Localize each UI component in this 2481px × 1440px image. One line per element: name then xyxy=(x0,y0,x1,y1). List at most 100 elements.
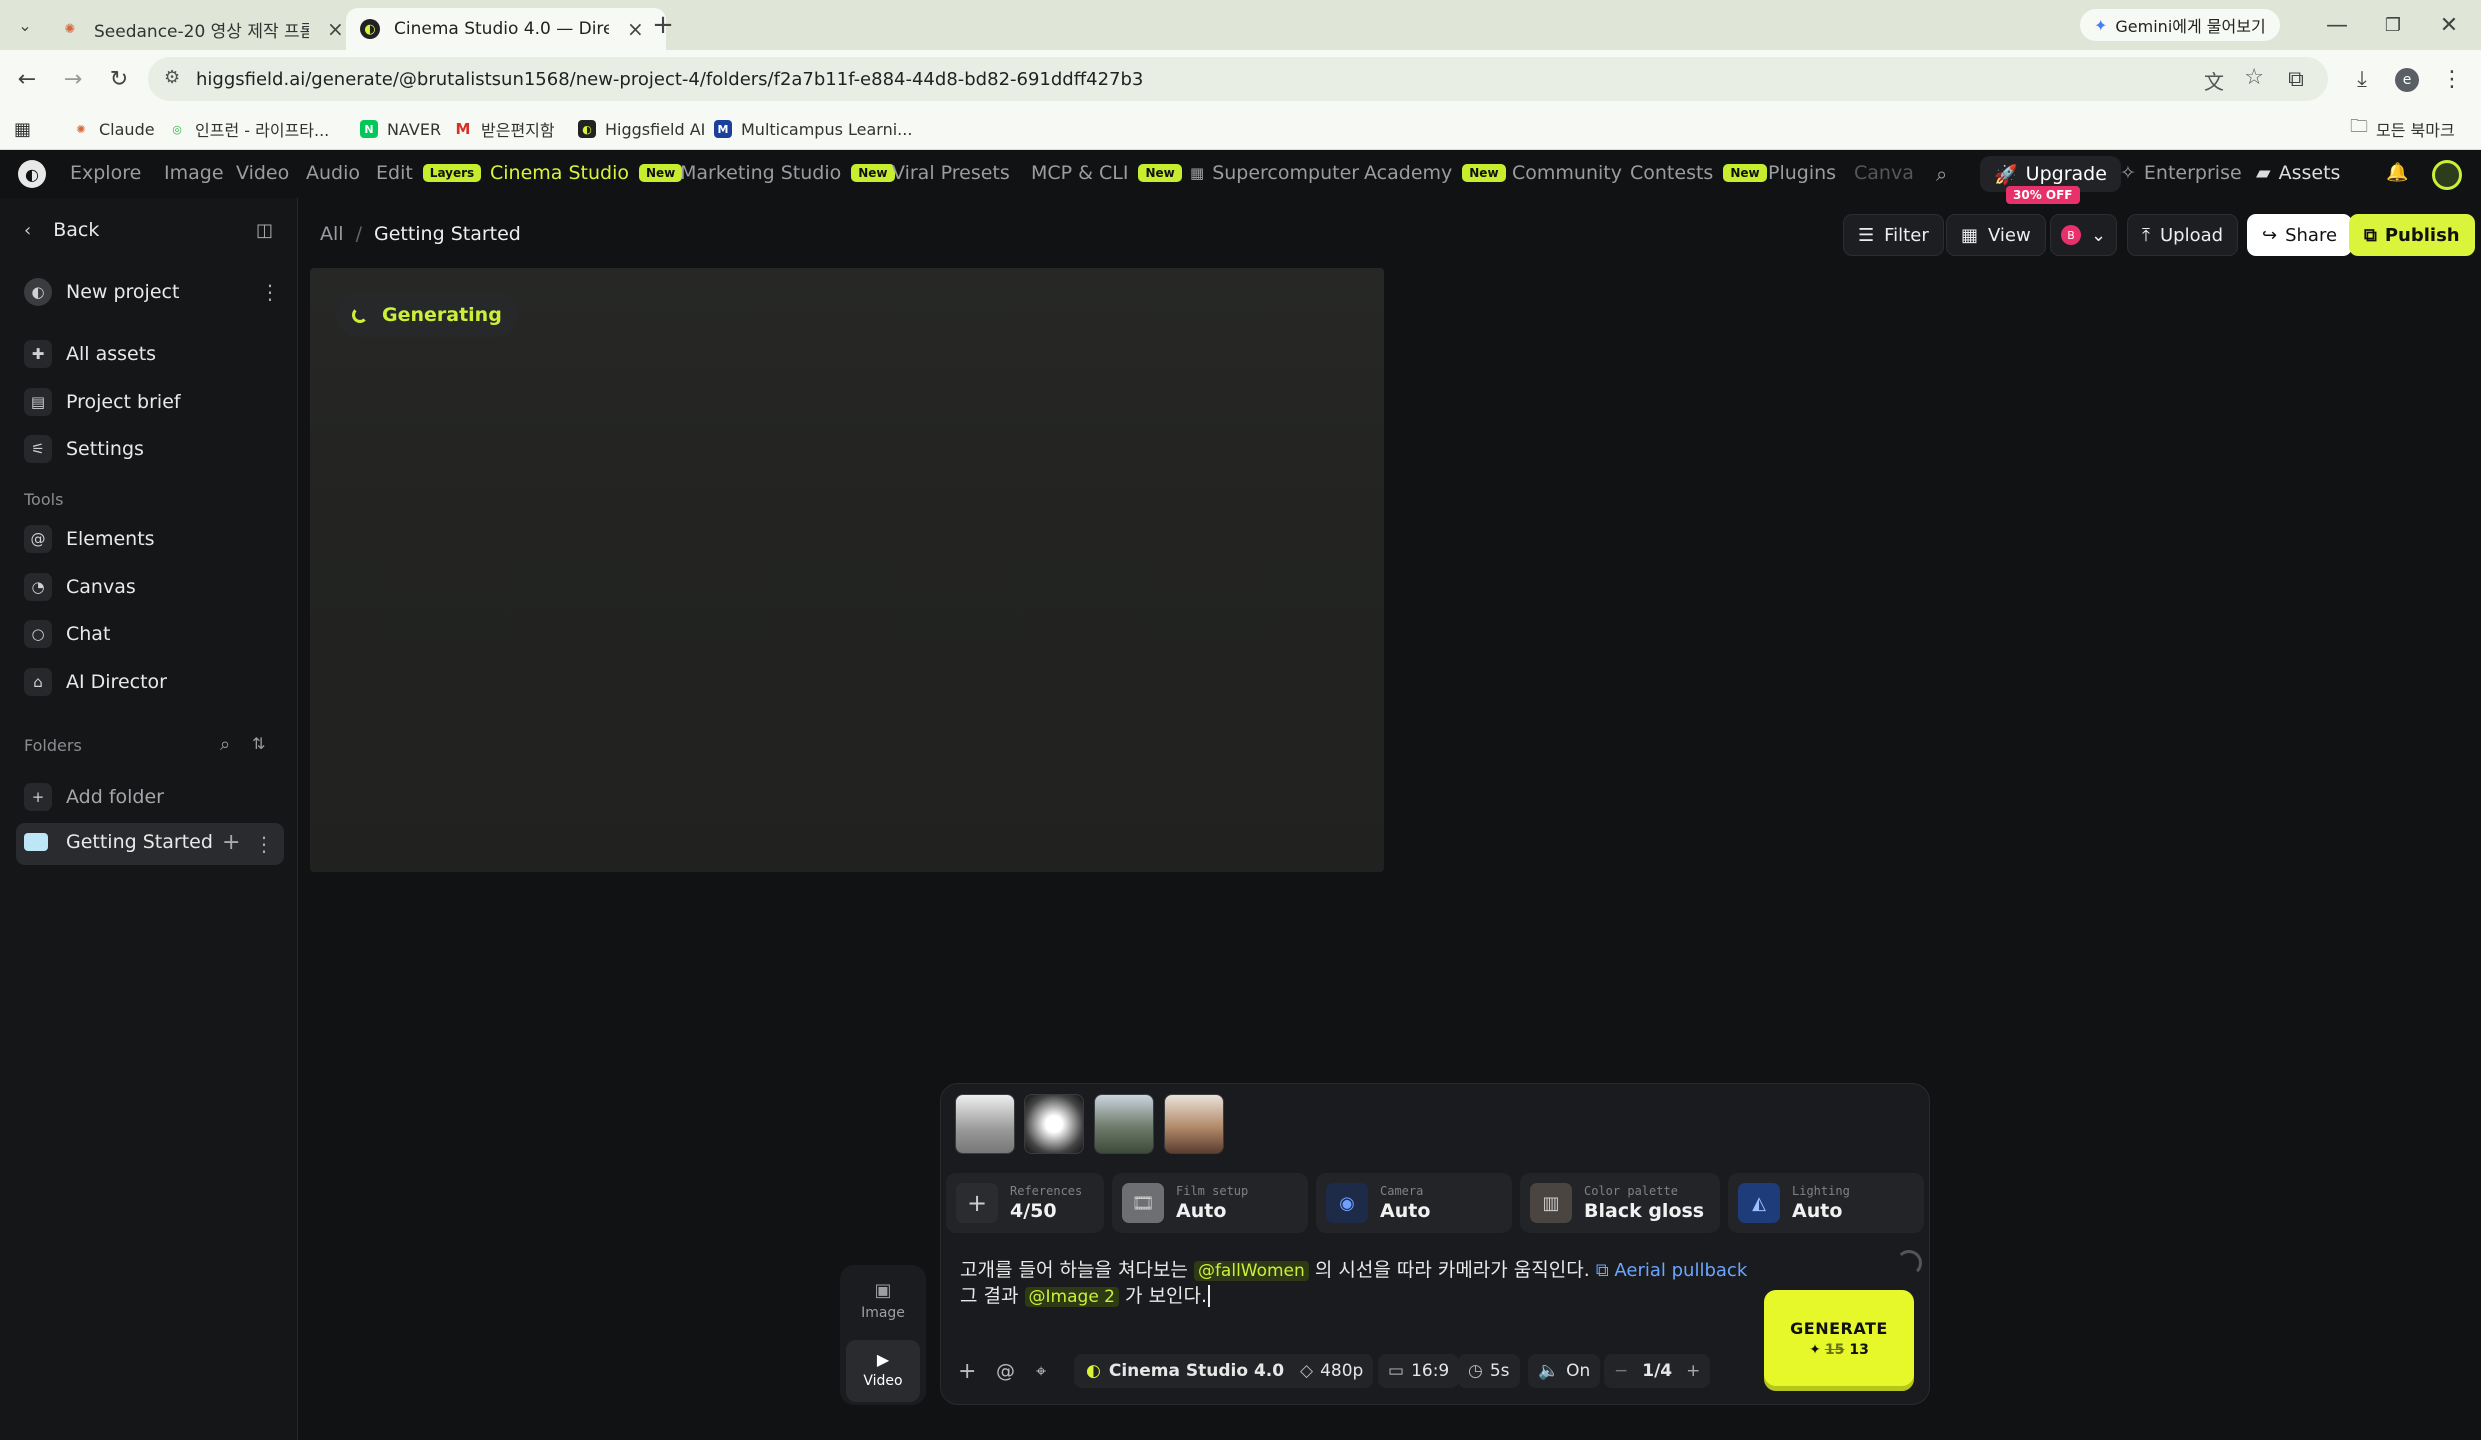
profile-avatar[interactable]: e xyxy=(2395,68,2419,92)
nav-cinema-studio[interactable]: Cinema Studio New xyxy=(490,162,683,184)
back-button[interactable]: ‹ Back xyxy=(24,219,99,241)
user-avatar[interactable] xyxy=(2432,160,2462,190)
add-attachment-icon[interactable]: + xyxy=(958,1354,976,1388)
share-button[interactable]: ↪ Share xyxy=(2247,214,2353,256)
audio-toggle[interactable]: 🔈 On xyxy=(1528,1354,1601,1388)
nav-video[interactable]: Video xyxy=(236,162,289,184)
film-setup-setting[interactable]: 🎞 Film setup Auto xyxy=(1112,1173,1308,1233)
higgsfield-logo-icon[interactable]: ◐ xyxy=(18,160,46,188)
forward-arrow-icon[interactable]: → xyxy=(56,62,90,96)
notification-bell-icon[interactable]: 🔔 xyxy=(2386,162,2408,183)
sidebar-item-elements[interactable]: @ Elements xyxy=(24,525,155,553)
sort-icon[interactable]: ⇅ xyxy=(252,734,265,753)
browser-menu-icon[interactable]: ⋮ xyxy=(2435,62,2469,96)
publish-button[interactable]: ⧉ Publish xyxy=(2349,214,2475,256)
bookmark-inflearn[interactable]: ◎ 인프런 - 라이프타... xyxy=(168,114,329,144)
sidebar-item-ai-director[interactable]: ⌂ AI Director xyxy=(24,668,167,696)
mode-video[interactable]: ▶ Video xyxy=(840,1350,926,1389)
prompt-mention-image[interactable]: @Image 2 xyxy=(1024,1287,1119,1307)
frame-select-icon[interactable]: ⌖ xyxy=(1036,1354,1046,1388)
decrement-icon[interactable]: − xyxy=(1614,1361,1628,1381)
sidebar-item-settings[interactable]: ⚟ Settings xyxy=(24,435,144,463)
nav-assets[interactable]: ▰ Assets xyxy=(2256,162,2340,184)
camera-move-tag[interactable]: ⧉ Aerial pullback xyxy=(1596,1260,1747,1281)
minimize-icon[interactable]: — xyxy=(2320,8,2354,42)
address-bar[interactable]: ⚙ higgsfield.ai/generate/@brutalistsun15… xyxy=(148,57,2328,101)
new-tab-icon[interactable]: + xyxy=(646,8,680,42)
reference-thumbnail-4[interactable] xyxy=(1164,1094,1224,1154)
model-selector[interactable]: ◐Cinema Studio 4.0› xyxy=(1074,1354,1317,1388)
translate-icon[interactable]: 文 xyxy=(2204,66,2224,95)
site-info-icon[interactable]: ⚙ xyxy=(164,67,180,88)
nav-community[interactable]: Community xyxy=(1512,162,1622,184)
bookmark-star-icon[interactable]: ☆ xyxy=(2244,65,2264,90)
tab-search-chevron-icon[interactable]: ⌄ xyxy=(8,8,42,42)
sidebar-item-all-assets[interactable]: ✚ All assets xyxy=(24,340,156,368)
nav-edit[interactable]: Edit Layers xyxy=(376,162,482,184)
nav-image[interactable]: Image xyxy=(164,162,224,184)
nav-canva[interactable]: Canva xyxy=(1854,162,1914,184)
add-folder-button[interactable]: + Add folder xyxy=(24,783,164,811)
browser-tab-cinema-studio[interactable]: ◐ Cinema Studio 4.0 — Direct E × xyxy=(346,8,666,50)
user-switcher[interactable]: B ⌄ xyxy=(2050,214,2118,256)
breadcrumb-root[interactable]: All xyxy=(320,223,344,245)
all-bookmarks[interactable]: 🗀 모든 북마크 xyxy=(2350,114,2455,144)
add-to-folder-icon[interactable]: + xyxy=(222,830,240,855)
downloads-icon[interactable]: ⤓ xyxy=(2345,62,2379,96)
nav-enterprise[interactable]: ✧ Enterprise xyxy=(2120,162,2242,184)
back-arrow-icon[interactable]: ← xyxy=(10,62,44,96)
nav-viral-presets[interactable]: Viral Presets xyxy=(892,162,1010,184)
view-button[interactable]: ▦ View xyxy=(1946,214,2046,256)
prompt-mention-element[interactable]: @fallWomen xyxy=(1193,1261,1309,1281)
reference-thumbnail-1[interactable] xyxy=(955,1094,1015,1154)
folder-menu-icon[interactable]: ⋮ xyxy=(254,832,274,856)
duration-selector[interactable]: ◷ 5s xyxy=(1458,1354,1520,1388)
close-tab-icon[interactable]: × xyxy=(327,17,344,41)
close-window-icon[interactable]: ✕ xyxy=(2432,8,2466,42)
generation-preview[interactable] xyxy=(310,268,1384,872)
upload-button[interactable]: ⤒ Upload xyxy=(2127,214,2239,256)
collapse-sidebar-icon[interactable]: ◫ xyxy=(256,220,273,241)
nav-plugins[interactable]: Plugins xyxy=(1768,162,1836,184)
nav-search-icon[interactable]: ⌕ xyxy=(1936,162,1947,186)
aspect-ratio-selector[interactable]: ▭ 16:9 xyxy=(1378,1354,1460,1388)
apps-grid-icon[interactable]: ▦ xyxy=(14,114,31,144)
bookmark-higgsfield[interactable]: ◐ Higgsfield AI xyxy=(578,114,705,144)
restore-icon[interactable]: ❐ xyxy=(2376,8,2410,42)
bookmark-multicampus[interactable]: M Multicampus Learni... xyxy=(714,114,912,144)
lighting-setting[interactable]: ◭ Lighting Auto xyxy=(1728,1173,1924,1233)
reload-icon[interactable]: ↻ xyxy=(102,62,136,96)
sidebar-item-project-brief[interactable]: ▤ Project brief xyxy=(24,388,181,416)
nav-supercomputer[interactable]: ▦ Supercomputer xyxy=(1190,162,1359,184)
nav-marketing-studio[interactable]: Marketing Studio New xyxy=(680,162,895,184)
project-menu-icon[interactable]: ⋮ xyxy=(260,280,280,304)
extensions-icon[interactable]: ⧉ xyxy=(2279,62,2313,96)
camera-setting[interactable]: ◉ Camera Auto xyxy=(1316,1173,1512,1233)
nav-academy[interactable]: Academy New xyxy=(1364,162,1506,184)
bookmark-claude[interactable]: ✺ Claude xyxy=(72,114,154,144)
mode-image[interactable]: ▣ Image xyxy=(840,1280,926,1321)
generate-button[interactable]: GENERATE ✦ 15 13 xyxy=(1764,1290,1914,1386)
mention-icon[interactable]: @ xyxy=(996,1354,1015,1388)
sidebar-item-chat[interactable]: ○ Chat xyxy=(24,620,110,648)
folder-search-icon[interactable]: ⌕ xyxy=(220,734,230,755)
prompt-input[interactable]: 고개를 들어 하늘을 쳐다보는 @fallWomen 의 시선을 따라 카메라가… xyxy=(960,1258,1760,1310)
browser-tab-seedance[interactable]: ✺ Seedance-20 영상 제작 프롬프 × xyxy=(46,8,358,50)
reference-thumbnail-2[interactable] xyxy=(1024,1094,1084,1154)
project-name[interactable]: ◐ New project xyxy=(24,278,179,306)
bookmark-naver[interactable]: N NAVER xyxy=(360,114,441,144)
reference-thumbnail-3[interactable] xyxy=(1094,1094,1154,1154)
nav-mcp-cli[interactable]: MCP & CLI New xyxy=(1031,162,1182,184)
nav-audio[interactable]: Audio xyxy=(306,162,360,184)
bookmark-gmail[interactable]: M 받은편지함 xyxy=(454,114,555,144)
references-setting[interactable]: + References 4/50 xyxy=(946,1173,1104,1233)
gemini-button[interactable]: ✦ Gemini에게 물어보기 xyxy=(2080,9,2280,41)
filter-button[interactable]: ☰ Filter xyxy=(1843,214,1944,256)
color-palette-setting[interactable]: ▥ Color palette Black gloss xyxy=(1520,1173,1720,1233)
close-tab-icon[interactable]: × xyxy=(627,17,644,41)
resolution-selector[interactable]: ◇ 480p xyxy=(1290,1354,1374,1388)
increment-icon[interactable]: + xyxy=(1686,1361,1700,1381)
sidebar-item-canvas[interactable]: ◔ Canvas xyxy=(24,573,136,601)
nav-contests[interactable]: Contests New xyxy=(1630,162,1767,184)
nav-explore[interactable]: Explore xyxy=(70,162,141,184)
